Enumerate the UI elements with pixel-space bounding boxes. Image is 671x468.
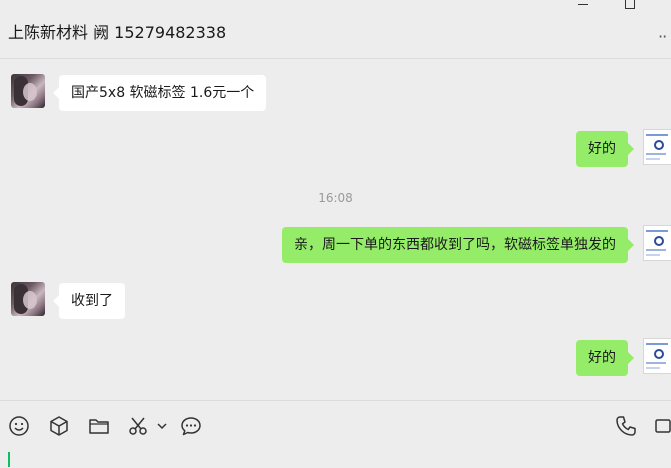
- chat-header: 上陈新材料 阙 15279482338 ··: [0, 0, 671, 59]
- sticker-icon[interactable]: [48, 415, 70, 437]
- maximize-icon[interactable]: [625, 0, 635, 9]
- folder-icon[interactable]: [88, 415, 110, 437]
- chat-history-icon[interactable]: [180, 415, 202, 437]
- message-bubble-outgoing[interactable]: 亲，周一下单的东西都收到了吗，软磁标签单独发的: [282, 227, 634, 263]
- message-bubble-incoming[interactable]: 国产5x8 软磁标签 1.6元一个: [52, 75, 267, 111]
- contact-avatar[interactable]: [11, 282, 45, 316]
- my-avatar[interactable]: [643, 338, 671, 374]
- input-toolbar: [0, 400, 671, 468]
- message-bubble-outgoing[interactable]: 好的: [576, 340, 634, 376]
- message-bubble-incoming[interactable]: 收到了: [53, 283, 125, 319]
- text-input-cursor[interactable]: [8, 452, 10, 467]
- my-avatar[interactable]: [643, 225, 671, 261]
- video-call-icon[interactable]: [654, 415, 671, 437]
- my-avatar[interactable]: [643, 129, 671, 165]
- minimize-icon[interactable]: [578, 4, 588, 5]
- phone-icon[interactable]: [615, 415, 637, 437]
- more-icon[interactable]: ··: [658, 27, 667, 46]
- message-bubble-outgoing[interactable]: 好的: [576, 131, 634, 167]
- chevron-down-icon[interactable]: [156, 415, 168, 437]
- contact-avatar[interactable]: [11, 74, 45, 108]
- emoji-icon[interactable]: [8, 415, 30, 437]
- chat-title: 上陈新材料 阙 15279482338: [8, 23, 227, 42]
- message-timestamp: 16:08: [318, 191, 353, 205]
- scissors-icon[interactable]: [127, 415, 149, 437]
- message-list: 国产5x8 软磁标签 1.6元一个 好的 16:08 亲，周一下单的东西都收到了…: [0, 59, 671, 399]
